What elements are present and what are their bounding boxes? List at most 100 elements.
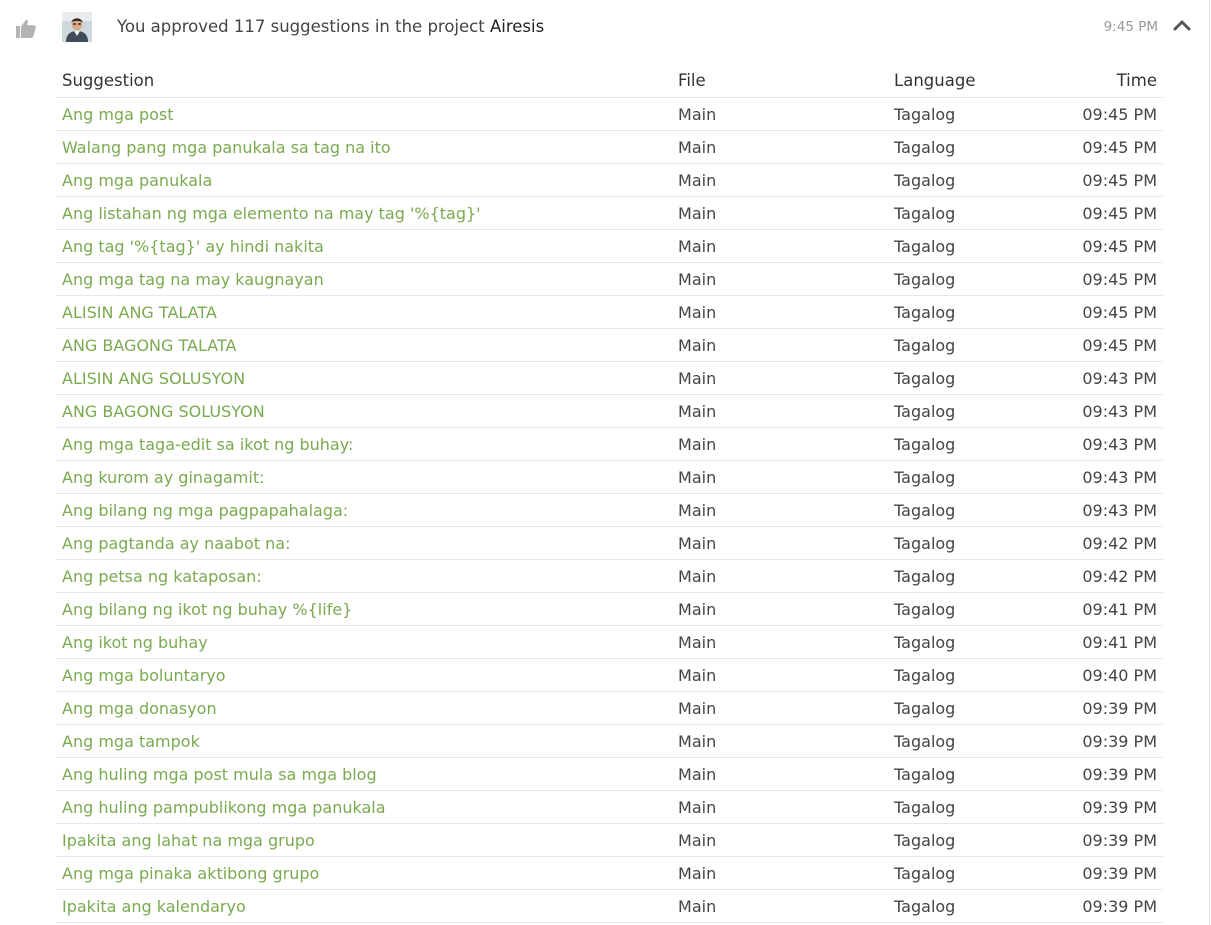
- language-cell: Tagalog: [888, 658, 1029, 692]
- suggestion-cell: Ang mga boluntaryo: [56, 658, 673, 692]
- user-avatar[interactable]: [62, 12, 92, 42]
- time-cell: 09:43 PM: [1028, 493, 1163, 527]
- suggestions-table: Suggestion File Language Time Ang mga po…: [56, 64, 1163, 923]
- file-cell: Main: [672, 262, 889, 296]
- suggestion-cell: Ang mga taga-edit sa ikot ng buhay:: [56, 427, 673, 461]
- time-cell: 09:45 PM: [1028, 163, 1163, 197]
- suggestion-cell: Ang bilang ng ikot ng buhay %{life}: [56, 592, 673, 626]
- suggestion-cell: Ang huling pampublikong mga panukala: [56, 790, 673, 824]
- file-cell: Main: [672, 856, 889, 890]
- language-cell: Tagalog: [888, 757, 1029, 791]
- file-cell: Main: [672, 229, 889, 263]
- suggestion-link[interactable]: Ang mga post: [62, 105, 174, 124]
- time-cell: 09:39 PM: [1028, 757, 1163, 791]
- column-header-file: File: [672, 64, 889, 98]
- suggestion-link[interactable]: Ang mga boluntaryo: [62, 666, 226, 685]
- suggestion-link[interactable]: Ang mga tag na may kaugnayan: [62, 270, 324, 289]
- suggestion-link[interactable]: Ipakita ang lahat na mga grupo: [62, 831, 315, 850]
- language-cell: Tagalog: [888, 97, 1029, 131]
- suggestion-link[interactable]: Ang mga pinaka aktibong grupo: [62, 864, 319, 883]
- time-cell: 09:45 PM: [1028, 262, 1163, 296]
- table-row: Ang bilang ng ikot ng buhay %{life} Main T…: [56, 592, 1163, 626]
- suggestion-link[interactable]: ANG BAGONG SOLUSYON: [62, 402, 265, 421]
- suggestion-link[interactable]: Ang mga donasyon: [62, 699, 217, 718]
- time-cell: 09:43 PM: [1028, 394, 1163, 428]
- file-cell: Main: [672, 889, 889, 923]
- table-body: Ang mga post Main Tagalog 09:45 PM Walang pa…: [56, 97, 1163, 923]
- suggestion-link[interactable]: Ang mga panukala: [62, 171, 212, 190]
- suggestion-cell: Ang kurom ay ginagamit:: [56, 460, 673, 494]
- file-cell: Main: [672, 526, 889, 560]
- suggestion-link[interactable]: Ang kurom ay ginagamit:: [62, 468, 265, 487]
- language-cell: Tagalog: [888, 856, 1029, 890]
- panel-border: [1209, 0, 1210, 925]
- suggestion-link[interactable]: ALISIN ANG SOLUSYON: [62, 369, 245, 388]
- file-cell: Main: [672, 163, 889, 197]
- project-link[interactable]: Airesis: [490, 17, 544, 36]
- suggestion-link[interactable]: ANG BAGONG TALATA: [62, 336, 236, 355]
- suggestion-link[interactable]: Ang bilang ng mga pagpapahalaga:: [62, 501, 348, 520]
- suggestion-cell: Ang bilang ng mga pagpapahalaga:: [56, 493, 673, 527]
- table-row: ALISIN ANG SOLUSYON Main Tagalog 09:43 PM: [56, 361, 1163, 395]
- table-row: Ang ikot ng buhay Main Tagalog 09:41 PM: [56, 625, 1163, 659]
- suggestion-cell: ANG BAGONG TALATA: [56, 328, 673, 362]
- language-cell: Tagalog: [888, 889, 1029, 923]
- file-cell: Main: [672, 97, 889, 131]
- language-cell: Tagalog: [888, 295, 1029, 329]
- time-cell: 09:45 PM: [1028, 130, 1163, 164]
- language-cell: Tagalog: [888, 493, 1029, 527]
- table-row: Ang huling mga post mula sa mga blog Main…: [56, 757, 1163, 791]
- table-row: ANG BAGONG TALATA Main Tagalog 09:45 PM: [56, 328, 1163, 362]
- suggestion-link[interactable]: Ang petsa ng kataposan:: [62, 567, 262, 586]
- suggestion-link[interactable]: Walang pang mga panukala sa tag na ito: [62, 138, 391, 157]
- suggestion-cell: Ang mga tag na may kaugnayan: [56, 262, 673, 296]
- suggestion-cell: ANG BAGONG SOLUSYON: [56, 394, 673, 428]
- time-cell: 09:45 PM: [1028, 97, 1163, 131]
- language-cell: Tagalog: [888, 229, 1029, 263]
- suggestion-cell: Ang petsa ng kataposan:: [56, 559, 673, 593]
- time-cell: 09:43 PM: [1028, 460, 1163, 494]
- time-cell: 09:40 PM: [1028, 658, 1163, 692]
- suggestion-link[interactable]: Ang tag '%{tag}' ay hindi nakita: [62, 237, 324, 256]
- suggestion-cell: ALISIN ANG TALATA: [56, 295, 673, 329]
- language-cell: Tagalog: [888, 691, 1029, 725]
- table-row: Ang pagtanda ay naabot na: Main Tagalog 09:…: [56, 526, 1163, 560]
- suggestion-cell: Ipakita ang lahat na mga grupo: [56, 823, 673, 857]
- file-cell: Main: [672, 295, 889, 329]
- time-cell: 09:43 PM: [1028, 427, 1163, 461]
- table-row: Ang mga tag na may kaugnayan Main Tagalog 0…: [56, 262, 1163, 296]
- language-cell: Tagalog: [888, 823, 1029, 857]
- suggestion-link[interactable]: Ang bilang ng ikot ng buhay %{life}: [62, 600, 352, 619]
- time-cell: 09:45 PM: [1028, 229, 1163, 263]
- column-header-time: Time: [1028, 64, 1163, 98]
- table-row: Ang kurom ay ginagamit: Main Tagalog 09:43 …: [56, 460, 1163, 494]
- time-cell: 09:39 PM: [1028, 724, 1163, 758]
- suggestion-link[interactable]: Ang huling pampublikong mga panukala: [62, 798, 386, 817]
- suggestion-link[interactable]: ALISIN ANG TALATA: [62, 303, 217, 322]
- table-row: ALISIN ANG TALATA Main Tagalog 09:45 PM: [56, 295, 1163, 329]
- time-cell: 09:43 PM: [1028, 361, 1163, 395]
- language-cell: Tagalog: [888, 328, 1029, 362]
- file-cell: Main: [672, 328, 889, 362]
- time-cell: 09:42 PM: [1028, 559, 1163, 593]
- suggestion-link[interactable]: Ang mga tampok: [62, 732, 200, 751]
- suggestion-link[interactable]: Ang pagtanda ay naabot na:: [62, 534, 290, 553]
- suggestion-link[interactable]: Ipakita ang kalendaryo: [62, 897, 246, 916]
- suggestion-link[interactable]: Ang listahan ng mga elemento na may tag …: [62, 204, 481, 223]
- table-row: Ang mga panukala Main Tagalog 09:45 PM: [56, 163, 1163, 197]
- suggestion-cell: Ang huling mga post mula sa mga blog: [56, 757, 673, 791]
- suggestion-cell: Ang mga pinaka aktibong grupo: [56, 856, 673, 890]
- table-row: Ang mga pinaka aktibong grupo Main Tagalog…: [56, 856, 1163, 890]
- time-cell: 09:42 PM: [1028, 526, 1163, 560]
- suggestion-link[interactable]: Ang huling mga post mula sa mga blog: [62, 765, 377, 784]
- suggestion-link[interactable]: Ang mga taga-edit sa ikot ng buhay:: [62, 435, 353, 454]
- thumbs-up-icon: [16, 19, 36, 38]
- language-cell: Tagalog: [888, 163, 1029, 197]
- table-row: Ang mga taga-edit sa ikot ng buhay: Main T…: [56, 427, 1163, 461]
- suggestion-link[interactable]: Ang ikot ng buhay: [62, 633, 208, 652]
- file-cell: Main: [672, 790, 889, 824]
- table-header-row: Suggestion File Language Time: [56, 64, 1163, 98]
- chevron-up-icon[interactable]: [1172, 17, 1192, 33]
- table-row: ANG BAGONG SOLUSYON Main Tagalog 09:43 PM: [56, 394, 1163, 428]
- suggestion-cell: Ang pagtanda ay naabot na:: [56, 526, 673, 560]
